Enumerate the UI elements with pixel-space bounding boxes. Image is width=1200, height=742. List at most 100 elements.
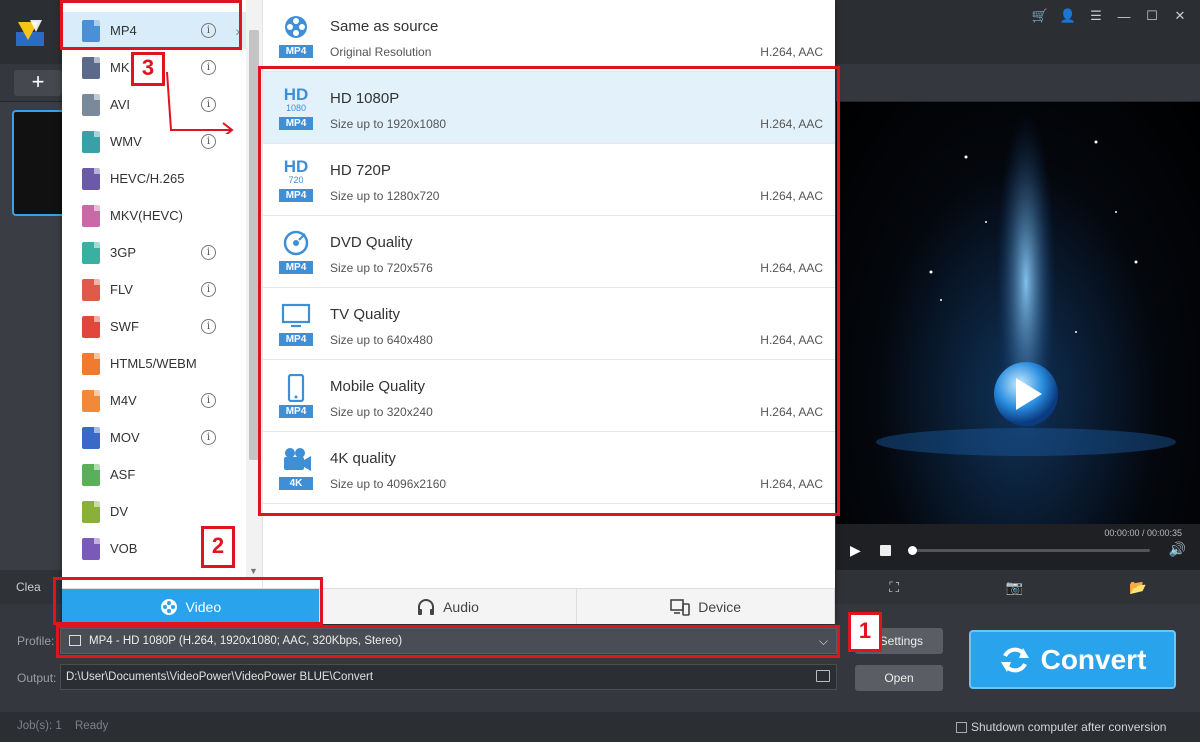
annotation-box-presets bbox=[258, 66, 840, 516]
video-thumbnail[interactable] bbox=[12, 110, 68, 216]
file-format-icon bbox=[82, 352, 100, 375]
info-icon[interactable]: i bbox=[201, 245, 216, 260]
profile-label: Profile: bbox=[17, 634, 55, 648]
format-label: HEVC/H.265 bbox=[110, 171, 185, 186]
output-path-field[interactable]: D:\User\Documents\VideoPower\VideoPower … bbox=[60, 664, 837, 690]
browse-folder-icon[interactable] bbox=[816, 670, 830, 682]
file-format-icon bbox=[82, 93, 100, 116]
convert-button[interactable]: Convert bbox=[969, 630, 1176, 689]
format-item-m4v[interactable]: M4V i bbox=[62, 382, 246, 419]
file-format-icon bbox=[82, 167, 100, 190]
format-item-html5-webm[interactable]: HTML5/WEBM bbox=[62, 345, 246, 382]
file-format-icon bbox=[82, 56, 100, 79]
info-icon[interactable]: i bbox=[201, 393, 216, 408]
minimize-icon[interactable]: — bbox=[1112, 6, 1136, 26]
preset-codec: H.264, AAC bbox=[760, 45, 823, 59]
window-controls: 🛒 👤 ☰ — ☐ ✕ bbox=[1028, 6, 1192, 26]
scroll-down-icon[interactable]: ▼ bbox=[249, 566, 258, 576]
headphones-icon bbox=[417, 598, 435, 616]
app-logo bbox=[16, 20, 44, 46]
output-path-value: D:\User\Documents\VideoPower\VideoPower … bbox=[66, 671, 374, 683]
annotation-arrow bbox=[166, 71, 234, 134]
annotation-badge-3: 3 bbox=[131, 52, 165, 86]
format-label: MOV bbox=[110, 430, 140, 445]
format-label: 3GP bbox=[110, 245, 137, 260]
refresh-icon bbox=[1000, 647, 1029, 672]
format-label: ASF bbox=[110, 467, 136, 482]
file-format-icon bbox=[82, 463, 100, 486]
annotation-box-video-tab bbox=[53, 577, 323, 625]
volume-icon[interactable]: 🔊 bbox=[1169, 541, 1186, 558]
cart-icon[interactable]: 🛒 bbox=[1028, 6, 1052, 26]
info-icon[interactable]: i bbox=[201, 282, 216, 297]
open-folder-icon[interactable]: 📂 bbox=[1129, 579, 1146, 596]
annotation-box-profile bbox=[56, 625, 840, 658]
open-button[interactable]: Open bbox=[855, 665, 943, 691]
annotation-box-mp4 bbox=[60, 0, 242, 50]
file-format-icon bbox=[82, 204, 100, 227]
file-format-icon bbox=[82, 389, 100, 412]
file-format-icon bbox=[82, 426, 100, 449]
format-label: WMV bbox=[110, 134, 142, 149]
status-text: Ready bbox=[75, 720, 109, 732]
format-label: HTML5/WEBM bbox=[110, 356, 197, 371]
format-label: SWF bbox=[110, 319, 139, 334]
device-icon bbox=[670, 598, 691, 616]
file-format-icon bbox=[82, 315, 100, 338]
preset-title: Same as source bbox=[330, 18, 439, 35]
tab-label: Audio bbox=[443, 598, 479, 615]
preset-item-same-as-source[interactable]: MP4 Same as source Original Resolution H.26… bbox=[263, 0, 835, 72]
annotation-badge-2: 2 bbox=[201, 526, 235, 568]
user-icon[interactable]: 👤 bbox=[1056, 6, 1080, 26]
tab-device[interactable]: Device bbox=[577, 589, 836, 624]
format-item-flv[interactable]: FLV i bbox=[62, 271, 246, 308]
info-icon[interactable]: i bbox=[201, 319, 216, 334]
status-bar: Job(s): 1 Ready Shutdown computer after … bbox=[0, 712, 1200, 742]
file-format-icon bbox=[82, 278, 100, 301]
format-item-3gp[interactable]: 3GP i bbox=[62, 234, 246, 271]
preview-tools: ⛶ 📷 📂 bbox=[836, 570, 1200, 604]
file-format-icon bbox=[82, 500, 100, 523]
format-item-hevc-h-265[interactable]: HEVC/H.265 bbox=[62, 160, 246, 197]
preset-film-reel-icon: MP4 bbox=[279, 14, 313, 58]
file-format-icon bbox=[82, 130, 100, 153]
format-item-mov[interactable]: MOV i bbox=[62, 419, 246, 456]
annotation-badge-1: 1 bbox=[848, 612, 882, 652]
time-display: 00:00:00 / 00:00:35 bbox=[1104, 528, 1182, 538]
close-icon[interactable]: ✕ bbox=[1168, 6, 1192, 26]
format-label: DV bbox=[110, 504, 129, 519]
info-icon[interactable]: i bbox=[201, 430, 216, 445]
format-label: FLV bbox=[110, 282, 133, 297]
jobs-count: Job(s): 1 bbox=[17, 720, 62, 732]
format-item-asf[interactable]: ASF bbox=[62, 456, 246, 493]
info-icon[interactable]: i bbox=[201, 134, 216, 149]
format-label: MKV(HEVC) bbox=[110, 208, 183, 223]
stop-icon[interactable] bbox=[880, 545, 891, 556]
format-item-swf[interactable]: SWF i bbox=[62, 308, 246, 345]
tab-label: Device bbox=[698, 598, 742, 615]
format-item-mkv-hevc-[interactable]: MKV(HEVC) bbox=[62, 197, 246, 234]
seek-handle[interactable] bbox=[908, 546, 917, 555]
format-label: M4V bbox=[110, 393, 137, 408]
tab-audio[interactable]: Audio bbox=[320, 589, 578, 624]
play-icon[interactable]: ▶ bbox=[850, 542, 861, 559]
add-file-button[interactable]: + bbox=[14, 70, 62, 96]
seek-bar[interactable] bbox=[908, 546, 1150, 555]
format-badge: MP4 bbox=[279, 45, 313, 58]
preview-image bbox=[876, 112, 1176, 456]
shutdown-checkbox[interactable] bbox=[956, 721, 967, 733]
format-item-dv[interactable]: DV bbox=[62, 493, 246, 530]
output-label: Output: bbox=[17, 671, 57, 685]
crop-icon[interactable]: ⛶ bbox=[889, 579, 899, 596]
shutdown-label: Shutdown computer after conversion bbox=[971, 720, 1167, 734]
menu-icon[interactable]: ☰ bbox=[1084, 6, 1108, 26]
maximize-icon[interactable]: ☐ bbox=[1140, 6, 1164, 26]
file-format-icon bbox=[82, 537, 100, 560]
shutdown-option[interactable]: Shutdown computer after conversion bbox=[956, 720, 1166, 734]
player-controls: 00:00:00 / 00:00:35 ▶ 🔊 bbox=[836, 524, 1200, 570]
clear-button[interactable]: Clea bbox=[16, 580, 41, 594]
convert-label: Convert bbox=[1040, 643, 1147, 675]
snapshot-icon[interactable]: 📷 bbox=[1005, 579, 1022, 596]
preset-sub: Original Resolution bbox=[330, 45, 432, 59]
video-preview bbox=[836, 102, 1200, 524]
